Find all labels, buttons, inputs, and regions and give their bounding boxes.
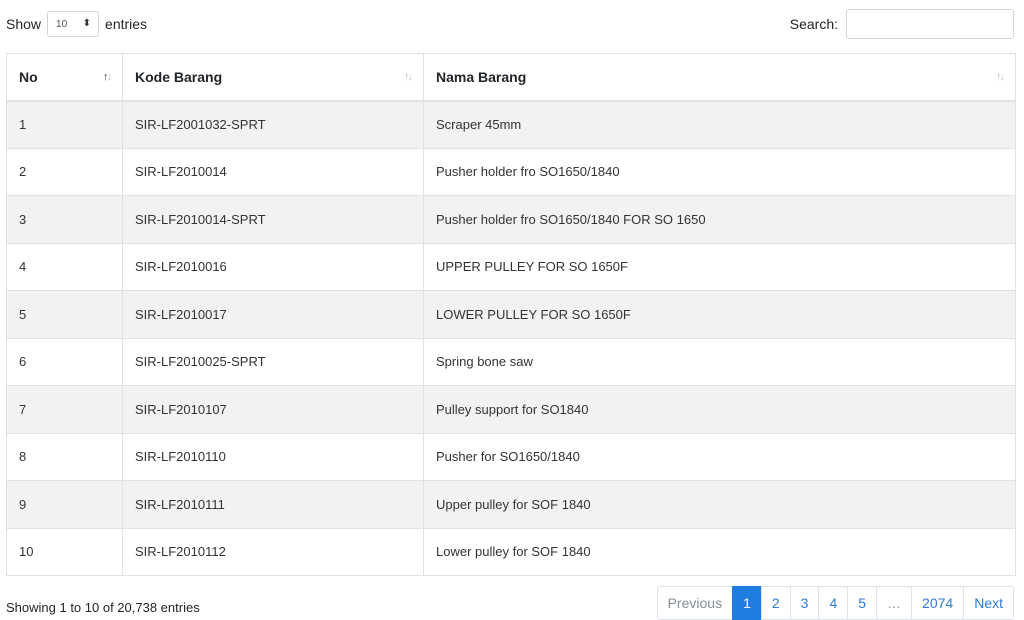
entries-length-control: Show 10 ⬍ entries [6, 8, 147, 40]
pagination: Previous 1 2 3 4 5 … 2074 Next [656, 586, 1014, 620]
search-label: Search: [789, 16, 838, 32]
column-header-label: Kode Barang [135, 68, 223, 85]
cell-kode-barang: SIR-LF2010016 [122, 242, 424, 291]
cell-nama-barang: Pulley support for SO1840 [423, 385, 1016, 434]
cell-nama-barang: UPPER PULLEY FOR SO 1650F [423, 242, 1016, 291]
cell-no: 5 [6, 290, 123, 339]
cell-kode-barang: SIR-LF2010112 [122, 527, 424, 576]
cell-kode-barang: SIR-LF2001032-SPRT [122, 100, 424, 149]
pagination-page-1[interactable]: 1 [732, 586, 762, 620]
pagination-page-2[interactable]: 2 [760, 586, 791, 620]
cell-no: 10 [6, 527, 123, 576]
cell-nama-barang: Spring bone saw [423, 337, 1016, 386]
search-input[interactable] [846, 9, 1014, 39]
table-row: 10 SIR-LF2010112 Lower pulley for SOF 1840 [6, 527, 1016, 576]
pagination-page-4[interactable]: 4 [818, 586, 849, 620]
table-header-row: No ↑↓ Kode Barang ↑↓ Nama Barang ↑↓ [6, 53, 1016, 102]
cell-kode-barang: SIR-LF2010110 [122, 432, 424, 481]
pagination-next-button[interactable]: Next [963, 586, 1014, 620]
table-row: 4 SIR-LF2010016 UPPER PULLEY FOR SO 1650F [6, 242, 1016, 291]
cell-nama-barang: Lower pulley for SOF 1840 [423, 527, 1016, 576]
cell-kode-barang: SIR-LF2010014-SPRT [122, 195, 424, 244]
pagination-ellipsis: … [876, 586, 913, 620]
column-header-no[interactable]: No ↑↓ [6, 53, 123, 102]
cell-kode-barang: SIR-LF2010014 [122, 147, 424, 196]
table-row: 6 SIR-LF2010025-SPRT Spring bone saw [6, 337, 1016, 386]
table-row: 8 SIR-LF2010110 Pusher for SO1650/1840 [6, 432, 1016, 481]
column-header-kode-barang[interactable]: Kode Barang ↑↓ [122, 53, 424, 102]
table-info: Showing 1 to 10 of 20,738 entries [6, 600, 200, 615]
sort-icon: ↑↓ [404, 70, 413, 83]
column-header-nama-barang[interactable]: Nama Barang ↑↓ [423, 53, 1016, 102]
search-control: Search: [790, 8, 1014, 40]
column-header-label: Nama Barang [436, 68, 527, 85]
cell-kode-barang: SIR-LF2010107 [122, 385, 424, 434]
cell-no: 9 [6, 480, 123, 529]
cell-nama-barang: Pusher holder fro SO1650/1840 FOR SO 165… [423, 195, 1016, 244]
entries-per-page-value: 10 [56, 18, 68, 30]
cell-nama-barang: Pusher for SO1650/1840 [423, 432, 1016, 481]
data-table: No ↑↓ Kode Barang ↑↓ Nama Barang ↑↓ 1 SIR… [6, 53, 1016, 576]
pagination-page-5[interactable]: 5 [847, 586, 878, 620]
cell-no: 2 [6, 147, 123, 196]
cell-no: 3 [6, 195, 123, 244]
show-label: Show [6, 16, 42, 32]
entries-label: entries [105, 16, 148, 32]
cell-nama-barang: Scraper 45mm [423, 100, 1016, 149]
table-row: 1 SIR-LF2001032-SPRT Scraper 45mm [6, 100, 1016, 149]
cell-nama-barang: Pusher holder fro SO1650/1840 [423, 147, 1016, 196]
cell-kode-barang: SIR-LF2010111 [122, 480, 424, 529]
table-row: 7 SIR-LF2010107 Pulley support for SO1840 [6, 385, 1016, 434]
table-controls: Show 10 ⬍ entries Search: [6, 8, 1014, 40]
cell-kode-barang: SIR-LF2010025-SPRT [122, 337, 424, 386]
cell-nama-barang: Upper pulley for SOF 1840 [423, 480, 1016, 529]
table-row: 9 SIR-LF2010111 Upper pulley for SOF 1840 [6, 480, 1016, 529]
pagination-page-last[interactable]: 2074 [911, 586, 965, 620]
cell-no: 6 [6, 337, 123, 386]
cell-kode-barang: SIR-LF2010017 [122, 290, 424, 339]
cell-no: 8 [6, 432, 123, 481]
sort-icon: ↑↓ [996, 70, 1005, 83]
column-header-label: No [19, 68, 38, 85]
table-row: 5 SIR-LF2010017 LOWER PULLEY FOR SO 1650F [6, 290, 1016, 339]
table-row: 3 SIR-LF2010014-SPRT Pusher holder fro SO1… [6, 195, 1016, 244]
table-row: 2 SIR-LF2010014 Pusher holder fro SO1650/1… [6, 147, 1016, 196]
cell-no: 1 [6, 100, 123, 149]
cell-no: 7 [6, 385, 123, 434]
entries-per-page-select[interactable]: 10 ⬍ [47, 11, 100, 37]
cell-nama-barang: LOWER PULLEY FOR SO 1650F [423, 290, 1016, 339]
pagination-previous-button[interactable]: Previous [656, 586, 734, 620]
select-arrows-icon: ⬍ [82, 18, 92, 29]
cell-no: 4 [6, 242, 123, 291]
sort-ascending-icon: ↑↓ [103, 70, 112, 83]
pagination-page-3[interactable]: 3 [789, 586, 820, 620]
